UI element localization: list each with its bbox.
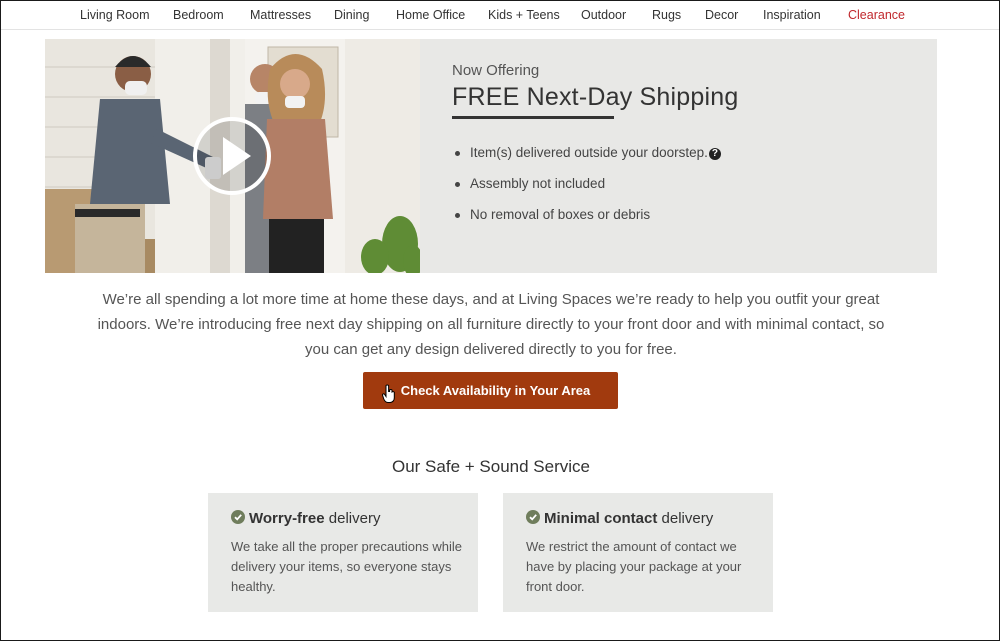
bullet-icon (455, 213, 460, 218)
video-thumbnail (45, 39, 420, 273)
card-title-rest: delivery (657, 510, 714, 527)
nav-item-rugs[interactable]: Rugs (652, 8, 681, 22)
card-title-bold: Worry-free (249, 510, 325, 527)
card-body: We restrict the amount of contact we hav… (526, 539, 742, 594)
term-assembly: Assembly not included (470, 176, 606, 191)
check-circle-icon (526, 510, 540, 524)
hero-text: Now Offering FREE Next-Day Shipping Item… (452, 39, 922, 273)
check-availability-button[interactable]: Check Availability in Your Area (363, 372, 618, 409)
delivery-video[interactable] (45, 39, 420, 273)
service-card-minimal-contact: Minimal contact delivery We restrict the… (503, 493, 773, 612)
hero-eyebrow: Now Offering (452, 62, 540, 79)
card-title: Worry-free delivery (231, 510, 380, 527)
list-item: Item(s) delivered outside your doorstep.… (452, 145, 721, 176)
hero-title: FREE Next-Day Shipping (452, 83, 739, 111)
card-title-rest: delivery (324, 510, 381, 527)
nav-item-clearance[interactable]: Clearance (848, 8, 905, 22)
hand-cursor-icon (382, 384, 395, 403)
intro-paragraph: We’re all spending a lot more time at ho… (97, 291, 885, 358)
question-help-icon[interactable]: ? (708, 148, 721, 160)
bullet-icon (455, 182, 460, 187)
nav-item-dining[interactable]: Dining (334, 8, 369, 22)
page: Living Room Bedroom Mattresses Dining Ho… (0, 0, 1000, 641)
card-title: Minimal contact delivery (526, 510, 713, 527)
nav-item-home-office[interactable]: Home Office (396, 8, 465, 22)
check-availability-label: Check Availability in Your Area (400, 383, 591, 398)
service-card-worry-free: Worry-free delivery We take all the prop… (208, 493, 478, 612)
card-title-bold: Minimal contact (544, 510, 658, 527)
section-heading: Our Safe + Sound Service (392, 457, 590, 476)
shipping-terms-list: Item(s) delivered outside your doorstep.… (452, 145, 721, 238)
nav-item-decor[interactable]: Decor (705, 8, 738, 22)
nav-item-mattresses[interactable]: Mattresses (250, 8, 311, 22)
shipping-hero: Now Offering FREE Next-Day Shipping Item… (45, 39, 937, 273)
nav-item-outdoor[interactable]: Outdoor (581, 8, 626, 22)
term-removal: No removal of boxes or debris (470, 207, 651, 222)
bullet-icon (455, 151, 460, 156)
term-doorstep: Item(s) delivered outside your doorstep. (470, 145, 708, 160)
nav-item-inspiration[interactable]: Inspiration (763, 8, 821, 22)
nav-item-kids-teens[interactable]: Kids + Teens (488, 8, 560, 22)
title-underline (452, 116, 614, 119)
list-item: No removal of boxes or debris (452, 207, 721, 238)
card-body: We take all the proper precautions while… (231, 539, 462, 594)
nav-item-living-room[interactable]: Living Room (80, 8, 149, 22)
check-circle-icon (231, 510, 245, 524)
nav-item-bedroom[interactable]: Bedroom (173, 8, 224, 22)
list-item: Assembly not included (452, 176, 721, 207)
category-nav: Living Room Bedroom Mattresses Dining Ho… (1, 1, 999, 30)
